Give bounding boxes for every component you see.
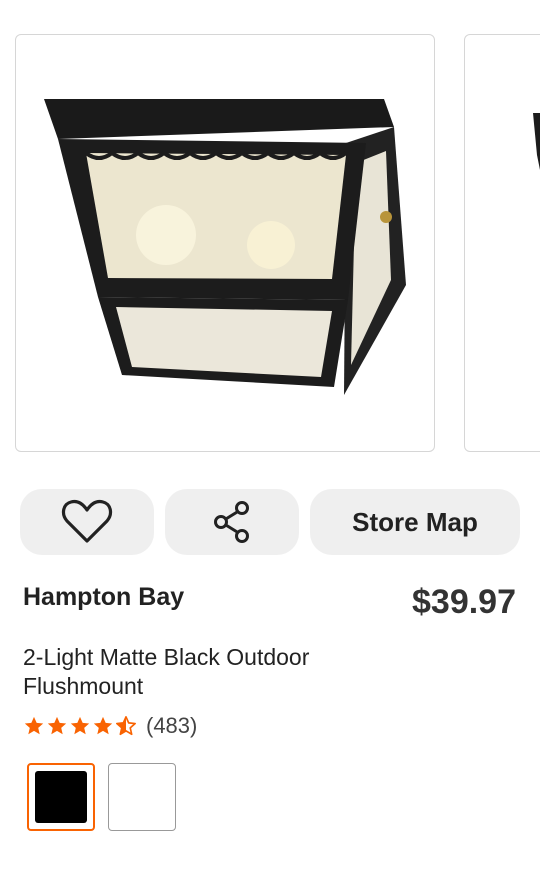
swatch-fill (35, 771, 87, 823)
store-map-button[interactable]: Store Map (310, 489, 520, 555)
share-button[interactable] (165, 489, 299, 555)
product-price: $39.97 (412, 583, 516, 621)
star-icon (47, 716, 67, 735)
product-image-card-next[interactable] (464, 34, 540, 452)
star-half-icon (116, 716, 136, 736)
product-image-next (533, 113, 540, 170)
favorite-button[interactable] (20, 489, 154, 555)
rating-count[interactable]: (483) (146, 713, 197, 739)
star-icon (70, 716, 90, 735)
star-icon (93, 716, 113, 735)
star-icon (24, 716, 44, 735)
product-rating[interactable]: (483) (23, 713, 197, 739)
color-swatch-black[interactable] (27, 763, 95, 831)
product-image-card[interactable] (15, 34, 435, 452)
heart-icon (61, 499, 113, 543)
color-swatch-white[interactable] (108, 763, 176, 831)
rating-stars (23, 715, 138, 737)
image-carousel[interactable] (0, 0, 540, 470)
share-icon (214, 501, 249, 543)
product-image (44, 99, 406, 395)
product-title: 2-Light Matte Black Outdoor Flushmount (23, 644, 310, 699)
product-brand[interactable]: Hampton Bay (23, 583, 184, 612)
